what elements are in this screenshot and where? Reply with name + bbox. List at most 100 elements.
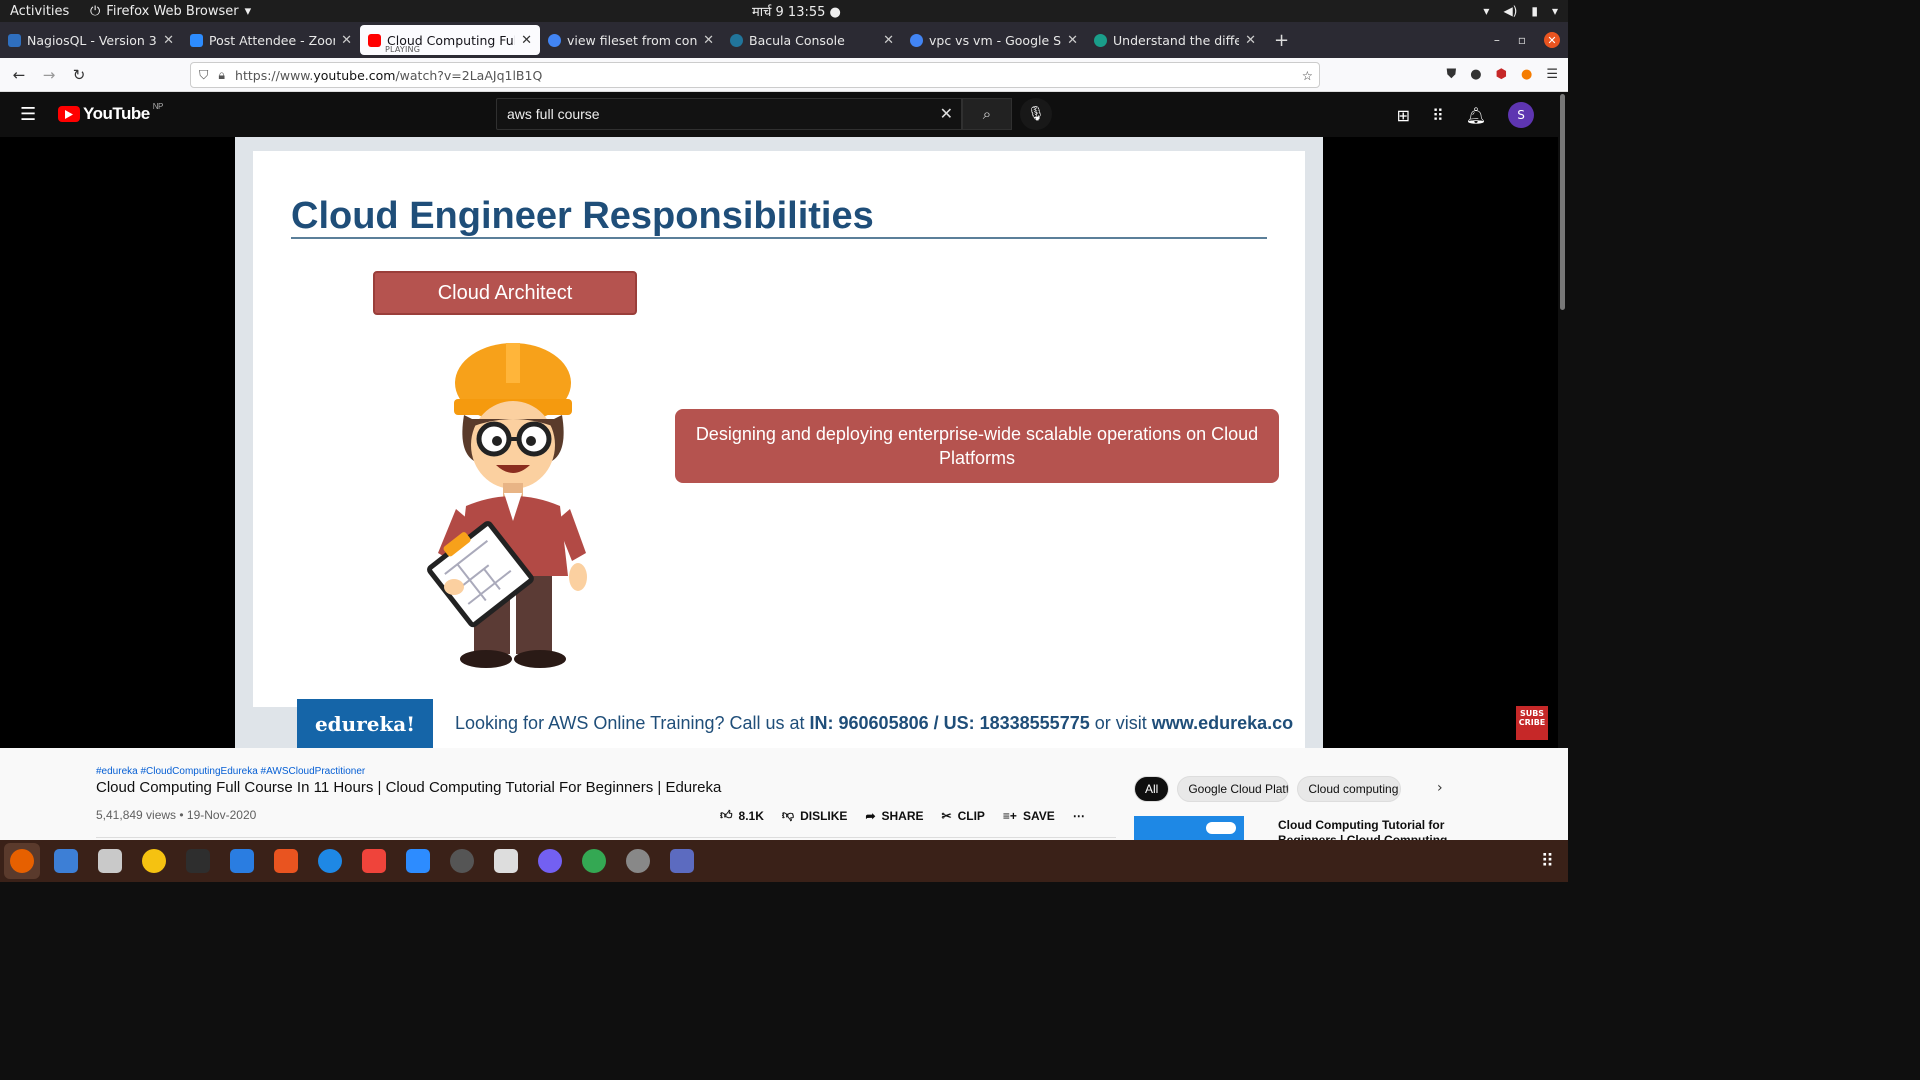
- extensions-area: ⛊ ● ⬢ ● ☰: [1447, 67, 1558, 82]
- close-window-icon[interactable]: ✕: [1544, 32, 1560, 48]
- dock-screenshot[interactable]: [488, 843, 524, 879]
- close-tab-icon[interactable]: ✕: [883, 33, 894, 48]
- tab-title: vpc vs vm - Google Search: [929, 32, 1062, 48]
- video-info-area: #edureka #CloudComputingEdureka #AWSClou…: [0, 748, 1568, 840]
- navigation-bar: ← → ↻ ⛉ 🔒︎ https://www.youtube.com/watch…: [0, 58, 1568, 92]
- dock-help[interactable]: [312, 843, 348, 879]
- video-player[interactable]: Cloud Engineer Responsibilities Cloud Ar…: [0, 137, 1558, 748]
- reload-icon[interactable]: ↻: [64, 66, 94, 84]
- dock-zoom[interactable]: [400, 843, 436, 879]
- dock-clock[interactable]: [444, 843, 480, 879]
- show-apps-icon[interactable]: ⠿: [1541, 851, 1554, 872]
- writer-icon: [230, 849, 254, 873]
- clear-search-icon[interactable]: ✕: [940, 104, 953, 124]
- chevron-right-icon[interactable]: ›: [1437, 780, 1443, 796]
- footer-mid: or visit: [1089, 713, 1152, 733]
- dock-writer[interactable]: [224, 843, 260, 879]
- chip-cloud-computing[interactable]: Cloud computing: [1297, 776, 1402, 802]
- dock-settings[interactable]: [620, 843, 656, 879]
- region-code: NP: [152, 101, 164, 111]
- menu-icon[interactable]: ☰: [1546, 67, 1558, 82]
- save-button[interactable]: ≡+ SAVE: [1003, 808, 1055, 823]
- wifi-icon: ▾: [1483, 4, 1490, 18]
- chip-google-cloud[interactable]: Google Cloud Platform: [1177, 776, 1290, 802]
- dislike-button[interactable]: 👎︎ DISLIKE: [782, 808, 848, 823]
- close-tab-icon[interactable]: ✕: [521, 33, 532, 48]
- like-button[interactable]: 👍︎ 8.1K: [720, 808, 764, 823]
- dock-rhythmbox[interactable]: [136, 843, 172, 879]
- recommended-thumbnail[interactable]: [1134, 816, 1244, 840]
- url-bar[interactable]: ⛉ 🔒︎ https://www.youtube.com/watch?v=2La…: [190, 62, 1320, 88]
- dock-software[interactable]: [268, 843, 304, 879]
- adblock-icon[interactable]: ⬢: [1496, 67, 1507, 82]
- extension-s-icon[interactable]: ●: [1470, 67, 1481, 82]
- tab-fileset[interactable]: view fileset from console ✕: [540, 25, 722, 55]
- minimize-icon[interactable]: –: [1494, 33, 1500, 47]
- avatar[interactable]: S: [1508, 102, 1534, 128]
- zoom-icon: [406, 849, 430, 873]
- forward-icon[interactable]: →: [34, 66, 64, 84]
- dock-anydesk[interactable]: [356, 843, 392, 879]
- close-tab-icon[interactable]: ✕: [1067, 33, 1078, 48]
- voice-search-button[interactable]: 🎙︎: [1020, 98, 1052, 130]
- anydesk-icon: [362, 849, 386, 873]
- scrollbar-thumb[interactable]: [1560, 94, 1565, 310]
- page-scrollbar[interactable]: [1558, 92, 1568, 748]
- app-menu[interactable]: ⏻ Firefox Web Browser ▾: [90, 4, 251, 19]
- notifications-bell-icon[interactable]: 🔔︎: [1466, 106, 1486, 125]
- masthead-actions: ⊞ ⠿ 🔔︎ S: [1397, 102, 1534, 128]
- related-chips: All Google Cloud Platform Cloud computin…: [1134, 776, 1402, 802]
- dock-viber[interactable]: [532, 843, 568, 879]
- search-button[interactable]: ⌕: [962, 98, 1012, 130]
- tab-nagiosql[interactable]: NagiosQL - Version 3.2.0 ✕: [0, 25, 182, 55]
- thumbs-up-icon: 👍︎: [720, 808, 733, 822]
- dock-terminal[interactable]: [180, 843, 216, 879]
- tab-youtube-active[interactable]: Cloud Computing Full Co ✕ PLAYING: [360, 25, 540, 55]
- edureka-logo: edureka!: [297, 699, 433, 748]
- tab-bar: NagiosQL - Version 3.2.0 ✕ Post Attendee…: [0, 22, 1568, 58]
- back-icon[interactable]: ←: [4, 66, 34, 84]
- tab-zoom[interactable]: Post Attendee - Zoom ✕: [182, 25, 360, 55]
- dock-screen[interactable]: [664, 843, 700, 879]
- footer-site: www.edureka.co: [1151, 713, 1294, 733]
- close-tab-icon[interactable]: ✕: [703, 33, 714, 48]
- dock-files[interactable]: [92, 843, 128, 879]
- screenshot-icon: [494, 849, 518, 873]
- new-tab-icon[interactable]: +: [1274, 30, 1289, 51]
- youtube-logo[interactable]: YouTube NP: [58, 101, 164, 124]
- dock-thunderbird[interactable]: [48, 843, 84, 879]
- guide-menu-icon[interactable]: ☰: [20, 104, 36, 125]
- dock-firefox[interactable]: [4, 843, 40, 879]
- clip-button[interactable]: ✂ CLIP: [942, 808, 985, 823]
- search-input[interactable]: aws full course ✕: [496, 98, 962, 130]
- volume-icon: ◀): [1503, 4, 1518, 18]
- power-icon: ⏻: [90, 3, 101, 19]
- dock-chrome[interactable]: [576, 843, 612, 879]
- activities-button[interactable]: Activities: [10, 4, 69, 19]
- save-label: SAVE: [1022, 808, 1055, 823]
- more-actions-icon[interactable]: ⋯: [1073, 808, 1085, 823]
- close-tab-icon[interactable]: ✕: [1245, 33, 1256, 48]
- extension-color-icon[interactable]: ●: [1521, 67, 1532, 82]
- viber-icon: [538, 849, 562, 873]
- close-tab-icon[interactable]: ✕: [163, 33, 174, 48]
- hashtags[interactable]: #edureka #CloudComputingEdureka #AWSClou…: [96, 766, 365, 777]
- tab-bacula[interactable]: Bacula Console ✕: [722, 25, 902, 55]
- share-button[interactable]: ➦ SHARE: [865, 808, 923, 823]
- tab-vpc-search[interactable]: vpc vs vm - Google Search ✕: [902, 25, 1086, 55]
- settings-icon: [626, 849, 650, 873]
- system-tray[interactable]: ▾ ◀) ▮ ▾: [1483, 4, 1558, 18]
- tab-understand[interactable]: Understand the differenc ✕: [1086, 25, 1264, 55]
- apps-grid-icon[interactable]: ⠿: [1432, 106, 1444, 125]
- recommended-title[interactable]: Cloud Computing Tutorial for Beginners |…: [1278, 818, 1448, 840]
- clock[interactable]: मार्च 9 13:55 ●: [752, 2, 841, 20]
- close-tab-icon[interactable]: ✕: [341, 33, 352, 48]
- restore-icon[interactable]: ▫: [1518, 33, 1526, 47]
- pocket-icon[interactable]: ⛊: [1447, 67, 1457, 82]
- cloud-thumbnail-icon: [1206, 822, 1236, 834]
- subscribe-watermark[interactable]: SUBS CRIBE: [1516, 706, 1548, 740]
- chip-all[interactable]: All: [1134, 776, 1170, 802]
- bookmark-star-icon[interactable]: ☆: [1302, 68, 1313, 83]
- create-video-icon[interactable]: ⊞: [1397, 106, 1410, 125]
- tab-title: view fileset from console: [567, 32, 698, 48]
